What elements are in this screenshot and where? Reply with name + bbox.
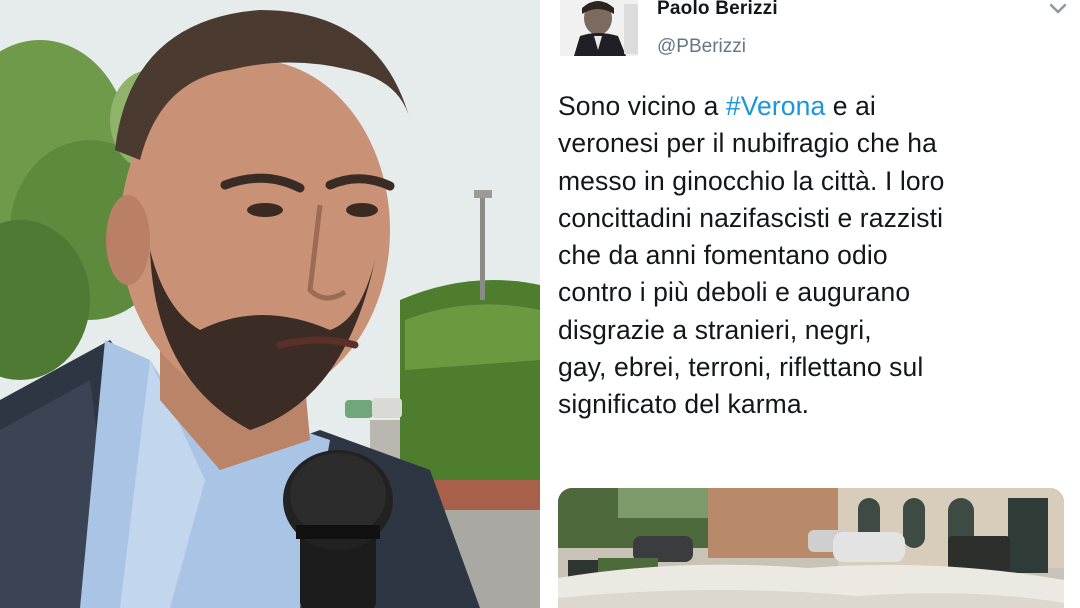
tweet-header: Paolo Berizzi @PBerizzi: [540, 0, 1080, 72]
hail-street-illustration: [558, 488, 1064, 608]
tweet-line: significato del karma.: [558, 389, 810, 420]
tweet-line: disgrazie a stranieri, negri,: [558, 314, 872, 345]
tweet-media-image[interactable]: [558, 488, 1064, 608]
author-handle[interactable]: @PBerizzi: [657, 36, 746, 58]
tweet-line: Sono vicino a #Verona e ai: [558, 88, 1068, 125]
tweet-line: gay, ebrei, terroni, riflettano sul: [558, 352, 924, 383]
tweet-text: Sono vicino a #Verona e ai veronesi per …: [558, 88, 1068, 424]
tweet-line: contro i più deboli e augurano: [558, 277, 911, 308]
portrait-photo: [0, 0, 540, 608]
chevron-down-icon[interactable]: [1046, 2, 1070, 18]
tweet-line: concittadini nazifascisti e razzisti: [558, 202, 944, 233]
tweet-text-segment: e ai: [825, 91, 876, 121]
hashtag-link[interactable]: #Verona: [726, 91, 825, 121]
avatar-illustration: [560, 0, 638, 56]
author-name[interactable]: Paolo Berizzi: [657, 0, 778, 20]
author-avatar[interactable]: [560, 0, 638, 56]
tweet-line: che da anni fomentano odio: [558, 240, 888, 271]
tweet-line: messo in ginocchio la città. I loro: [558, 165, 945, 196]
tweet-text-segment: Sono vicino a: [558, 91, 726, 121]
tweet-line: veronesi per il nubifragio che ha: [558, 128, 937, 159]
portrait-illustration: [0, 0, 540, 608]
tweet-card: Paolo Berizzi @PBerizzi Sono vicino a #V…: [540, 0, 1080, 608]
